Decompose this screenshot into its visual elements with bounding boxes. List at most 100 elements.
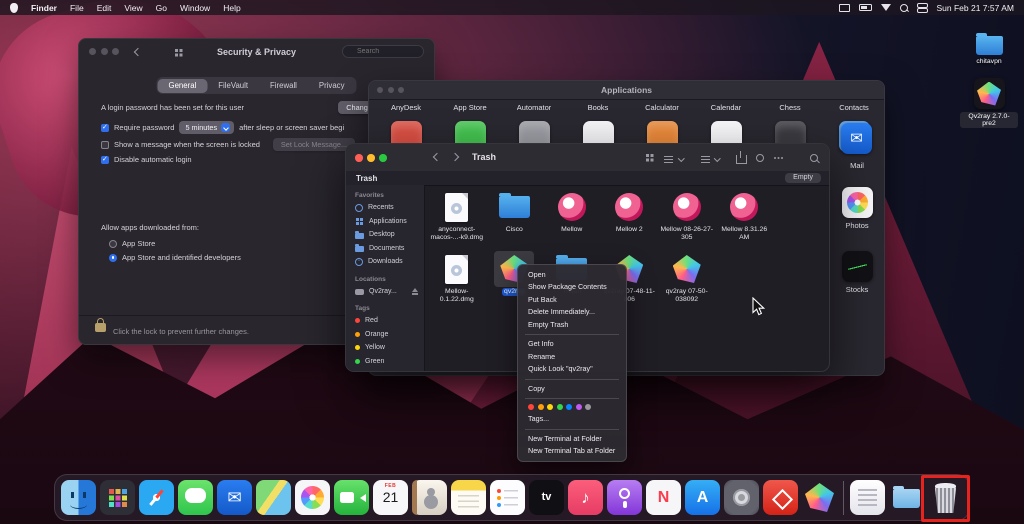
set-lock-message-button[interactable]: Set Lock Message... xyxy=(273,138,355,151)
list-view-icon[interactable] xyxy=(664,156,673,157)
app-label[interactable]: Automator xyxy=(517,103,552,112)
close-button[interactable] xyxy=(355,154,363,162)
tab[interactable]: FileVault xyxy=(207,79,259,93)
tab[interactable]: Privacy xyxy=(308,79,356,93)
dock-app[interactable] xyxy=(928,480,963,515)
tab[interactable]: Firewall xyxy=(259,79,308,93)
tags-icon[interactable] xyxy=(756,154,764,162)
group-chevron-icon[interactable] xyxy=(714,155,720,161)
dock-app[interactable] xyxy=(178,480,213,515)
group-by-icon[interactable] xyxy=(701,156,710,157)
dock-app[interactable] xyxy=(139,480,174,515)
mail-app-icon[interactable] xyxy=(841,123,872,154)
app-label[interactable]: Books xyxy=(588,103,609,112)
require-password-delay-select[interactable]: 5 minutes xyxy=(179,121,234,134)
context-menu-item[interactable]: Empty Trash xyxy=(518,319,626,332)
dock-app[interactable] xyxy=(61,480,96,515)
search-input[interactable] xyxy=(342,45,424,58)
app-item-stocks[interactable]: Stocks xyxy=(825,251,885,294)
file-item[interactable]: Mellow-0.1.22.dmg xyxy=(428,251,486,311)
context-menu-item[interactable]: Quick Look "qv2ray" xyxy=(518,363,626,376)
lock-icon[interactable] xyxy=(95,323,106,332)
apple-menu-icon[interactable] xyxy=(10,3,18,13)
context-menu-item[interactable]: Copy xyxy=(518,383,626,396)
dock-app[interactable] xyxy=(412,480,447,515)
app-label[interactable]: App Store xyxy=(453,103,486,112)
app-label[interactable]: AnyDesk xyxy=(391,103,421,112)
sidebar-tag-item[interactable]: Blue xyxy=(346,368,424,371)
file-item[interactable]: Mellow xyxy=(543,189,601,249)
tab[interactable]: General xyxy=(158,79,208,93)
dock-app[interactable] xyxy=(295,480,330,515)
dock-app[interactable] xyxy=(724,480,759,515)
share-icon[interactable] xyxy=(736,155,747,164)
app-store-identified-radio[interactable] xyxy=(109,254,117,262)
dock-app[interactable] xyxy=(763,480,798,515)
dock-app[interactable] xyxy=(256,480,291,515)
app-item-photos[interactable]: Photos xyxy=(825,187,885,230)
app-label-mail[interactable]: Mail xyxy=(825,161,885,170)
file-item[interactable]: anyconnect-macos-...-k9.dmg xyxy=(428,189,486,249)
dock-app[interactable] xyxy=(334,480,369,515)
tag-color-dot[interactable] xyxy=(538,404,544,410)
app-menu-finder[interactable]: Finder xyxy=(31,3,57,13)
empty-trash-button[interactable]: Empty xyxy=(785,173,821,183)
menu-bar-item[interactable]: File xyxy=(70,3,84,13)
dock-app[interactable] xyxy=(646,480,681,515)
dock-app[interactable] xyxy=(685,480,720,515)
status-icon[interactable] xyxy=(881,4,891,11)
context-menu-item[interactable]: New Terminal Tab at Folder xyxy=(518,445,626,458)
menu-bar-item[interactable]: Edit xyxy=(97,3,112,13)
context-menu-item[interactable]: Get Info xyxy=(518,338,626,351)
dock-app[interactable] xyxy=(490,480,525,515)
eject-icon[interactable] xyxy=(411,288,418,295)
tag-color-dot[interactable] xyxy=(585,404,591,410)
context-menu-item[interactable]: Rename xyxy=(518,351,626,364)
sidebar-item[interactable]: Downloads xyxy=(346,255,424,269)
sidebar-tag-item[interactable]: Green xyxy=(346,355,424,369)
dock-app[interactable] xyxy=(100,480,135,515)
back-button[interactable] xyxy=(433,153,441,161)
tag-color-dot[interactable] xyxy=(576,404,582,410)
dock-app[interactable] xyxy=(451,480,486,515)
status-icon[interactable] xyxy=(917,3,928,8)
context-menu-item[interactable]: Delete Immediately... xyxy=(518,306,626,319)
dock-app[interactable] xyxy=(802,480,837,515)
forward-button[interactable] xyxy=(451,153,459,161)
sidebar-item[interactable]: Desktop xyxy=(346,228,424,242)
lock-message-checkbox[interactable] xyxy=(101,141,109,149)
search-icon[interactable] xyxy=(810,154,818,162)
sidebar-item[interactable]: Applications xyxy=(346,215,424,229)
context-menu-item[interactable]: Show Package Contents xyxy=(518,281,626,294)
menu-bar-item[interactable]: View xyxy=(124,3,142,13)
tag-color-dot[interactable] xyxy=(566,404,572,410)
tag-color-dot[interactable] xyxy=(547,404,553,410)
disable-auto-login-checkbox[interactable] xyxy=(101,156,109,164)
dock-app[interactable] xyxy=(568,480,603,515)
file-item[interactable]: Cisco xyxy=(486,189,544,249)
status-icon[interactable] xyxy=(900,4,908,12)
minimize-button[interactable] xyxy=(367,154,375,162)
desktop-icon-chitavpn[interactable]: chitavpn xyxy=(960,36,1018,65)
context-menu-item-put-back[interactable]: Put Back xyxy=(518,294,626,307)
menu-bar-item[interactable]: Window xyxy=(180,3,210,13)
context-menu-item[interactable]: New Terminal at Folder xyxy=(518,433,626,446)
dock-app[interactable] xyxy=(529,480,564,515)
desktop-icon-qv2ray[interactable]: Qv2ray 2.7.0-pre2 xyxy=(960,78,1018,128)
sidebar-tag-item[interactable]: Orange xyxy=(346,328,424,342)
app-label[interactable]: Chess xyxy=(779,103,800,112)
dock-app[interactable] xyxy=(889,480,924,515)
dock-app[interactable] xyxy=(373,480,408,515)
icon-view-icon[interactable] xyxy=(646,154,649,157)
view-chevron-icon[interactable] xyxy=(678,155,684,161)
file-item[interactable]: Mellow 8.31.26 AM xyxy=(716,189,774,249)
zoom-button[interactable] xyxy=(379,154,387,162)
context-menu-item-tags[interactable]: Tags... xyxy=(518,413,626,426)
sidebar-tag-item[interactable]: Yellow xyxy=(346,341,424,355)
more-actions-icon[interactable] xyxy=(774,157,776,159)
file-item[interactable]: Mellow 2 xyxy=(601,189,659,249)
tag-color-dot[interactable] xyxy=(528,404,534,410)
file-item[interactable]: qv2ray 07-50-038092 xyxy=(658,251,716,311)
sidebar-item[interactable]: Recents xyxy=(346,201,424,215)
sidebar-item[interactable]: Documents xyxy=(346,242,424,256)
